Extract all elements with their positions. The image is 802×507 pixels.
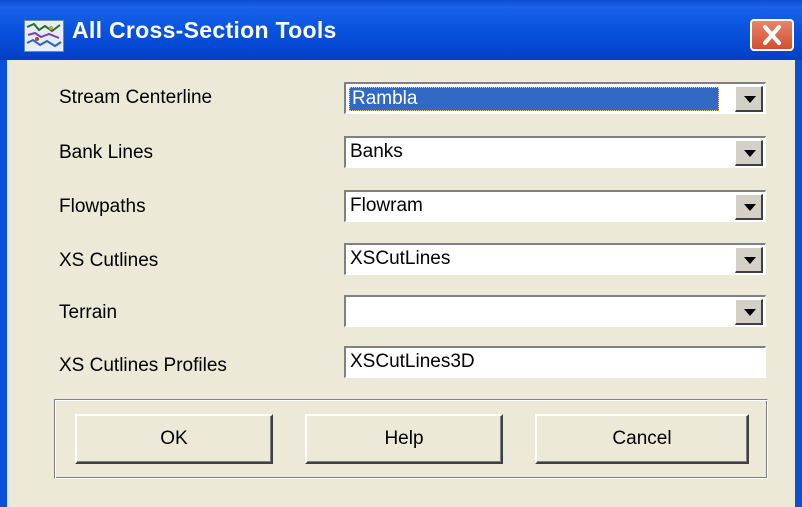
chevron-down-icon	[744, 150, 756, 157]
terrain-dropdown-button[interactable]	[735, 299, 763, 325]
xs-cutlines-profiles-input[interactable]: XSCutLines3D	[344, 346, 766, 378]
help-button[interactable]: Help	[305, 414, 503, 464]
terrain-label: Terrain	[59, 302, 118, 323]
xs-cutlines-profiles-label: XS Cutlines Profiles	[59, 355, 227, 376]
dialog-window: All Cross-Section Tools Stream Centerlin…	[0, 0, 802, 507]
window-frame-left	[0, 60, 7, 507]
flowpaths-select[interactable]: Flowram	[344, 190, 766, 222]
close-button[interactable]	[750, 19, 794, 51]
stream-centerline-label: Stream Centerline	[59, 87, 213, 108]
bank-lines-dropdown-button[interactable]	[735, 140, 763, 166]
chevron-down-icon	[744, 257, 756, 264]
stream-centerline-dropdown-button[interactable]	[735, 86, 763, 112]
bank-lines-select[interactable]: Banks	[344, 136, 766, 168]
ok-button[interactable]: OK	[75, 414, 273, 464]
xs-cutlines-profiles-value: XSCutLines3D	[350, 351, 475, 372]
xs-cutlines-value: XSCutLines	[350, 248, 451, 269]
app-icon	[24, 20, 64, 52]
xs-cutlines-label: XS Cutlines	[59, 250, 159, 271]
chevron-down-icon	[744, 204, 756, 211]
xs-cutlines-select[interactable]: XSCutLines	[344, 243, 766, 275]
bank-lines-label: Bank Lines	[59, 142, 154, 163]
chevron-down-icon	[744, 309, 756, 316]
flowpaths-label: Flowpaths	[59, 196, 146, 217]
window-frame-right	[795, 60, 802, 507]
flowpaths-value: Flowram	[350, 195, 423, 216]
title-bar[interactable]: All Cross-Section Tools	[0, 0, 802, 60]
bank-lines-value: Banks	[350, 141, 403, 162]
chevron-down-icon	[744, 96, 756, 103]
stream-centerline-select[interactable]: Rambla	[344, 82, 766, 114]
terrain-select[interactable]	[344, 295, 766, 327]
close-icon	[763, 25, 781, 45]
flowpaths-dropdown-button[interactable]	[735, 194, 763, 220]
xs-cutlines-dropdown-button[interactable]	[735, 247, 763, 273]
stream-centerline-value: Rambla	[349, 87, 719, 111]
cancel-button[interactable]: Cancel	[535, 414, 749, 464]
window-title: All Cross-Section Tools	[72, 17, 337, 43]
